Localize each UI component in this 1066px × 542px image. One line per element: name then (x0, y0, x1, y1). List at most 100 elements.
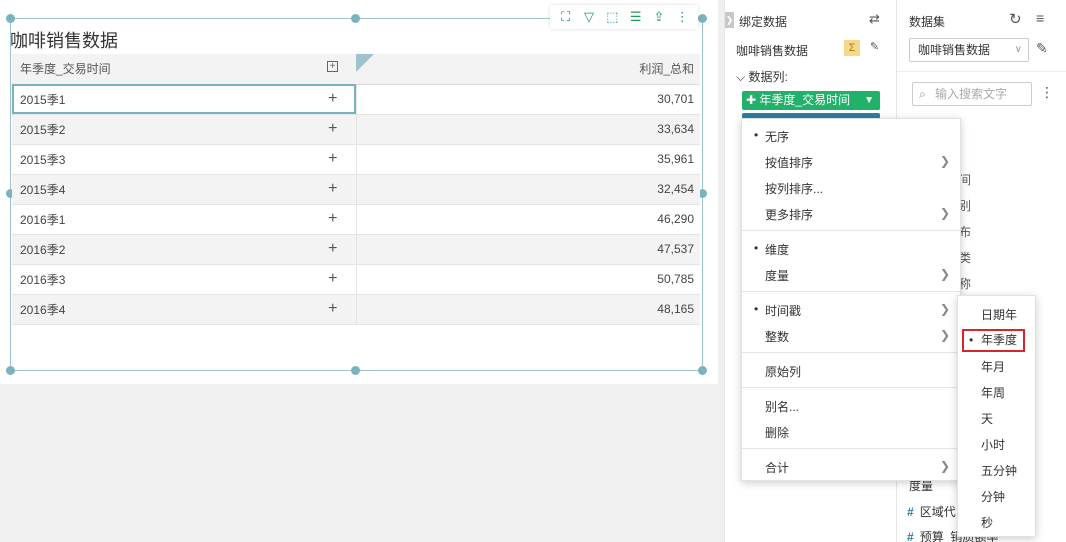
menu-item-alias[interactable]: 别名... (765, 398, 799, 415)
cell-value: 48,165 (356, 294, 700, 325)
submenu-item-year-quarter[interactable]: • 年季度 (962, 329, 1025, 352)
menu-item-label: 维度 (765, 243, 790, 257)
chevron-down-icon: ∨ (1014, 44, 1022, 55)
menu-item-label: 别名... (765, 400, 800, 414)
menu-item-delete[interactable]: 删除 (765, 424, 789, 441)
menu-item-label: 时间戳 (765, 304, 802, 318)
plus-icon[interactable]: + (328, 120, 337, 138)
menu-item-label: 原始列 (765, 365, 802, 379)
dataset-select[interactable]: 咖啡销售数据 ∨ (909, 38, 1029, 62)
search-input[interactable]: ⌕ 输入搜索文字 (912, 82, 1032, 106)
bullet-icon: • (754, 302, 759, 316)
menu-item-integer[interactable]: 整数 (765, 328, 789, 345)
search-placeholder: 输入搜索文字 (935, 87, 1008, 101)
caret-down-icon[interactable]: ▼ (864, 91, 874, 110)
resize-handle-t[interactable] (351, 14, 360, 23)
more-icon[interactable]: ⋮ (1040, 84, 1054, 101)
plus-icon[interactable]: + (328, 240, 337, 258)
menu-item-label: 合计 (765, 461, 790, 475)
resize-handle-tl[interactable] (6, 14, 15, 23)
column-header-profit[interactable]: 利润_总和 (356, 54, 700, 85)
menu-item-label: 删除 (765, 426, 790, 440)
fullscreen-icon[interactable]: ⛶ (558, 9, 574, 25)
menu-item-label: 更多排序 (765, 208, 814, 222)
menu-item-sort-by-value[interactable]: 按值排序 (765, 154, 813, 171)
expand-icon[interactable]: + (327, 61, 338, 72)
layers-icon[interactable]: ≡ (1036, 10, 1044, 26)
list-icon[interactable]: ☰ (628, 9, 644, 25)
menu-item-more-sort[interactable]: 更多排序 (765, 206, 813, 223)
submenu-item-second[interactable]: 秒 (981, 514, 993, 531)
sum-icon[interactable]: Σ (844, 40, 860, 56)
bound-field-label: 年季度_交易时间 (759, 93, 851, 107)
measure-field[interactable]: # 区域代 (907, 503, 956, 520)
collapse-tab[interactable]: ❯ (725, 12, 734, 28)
hash-icon: # (907, 505, 914, 519)
plus-icon[interactable]: + (328, 270, 337, 288)
cell-value: 32,454 (356, 174, 700, 205)
hash-icon: # (907, 530, 914, 542)
menu-item-total[interactable]: 合计 (765, 459, 789, 476)
resize-handle-tr[interactable] (698, 14, 707, 23)
submenu-item-date-year[interactable]: 日期年 (981, 306, 1017, 323)
plus-icon[interactable]: + (328, 180, 337, 198)
data-columns-label[interactable]: ⌵ 数据列: (736, 68, 788, 85)
bind-source-name: 咖啡销售数据 (736, 44, 809, 58)
menu-item-dimension[interactable]: • 维度 (754, 241, 790, 258)
cell-value: 46,290 (356, 204, 700, 235)
menu-item-label: 按值排序 (765, 156, 814, 170)
table-row[interactable]: 2016季2 + 47,537 (12, 234, 700, 265)
menu-divider (742, 291, 960, 292)
switch-binding-icon[interactable]: ⇄ (869, 11, 885, 27)
table-row[interactable]: 2016季3 + 50,785 (12, 264, 700, 295)
bind-panel-title: 绑定数据 (739, 15, 788, 29)
eraser-icon[interactable]: ✎ (870, 40, 879, 53)
select-icon[interactable]: ⬚ (604, 9, 620, 25)
menu-item-label: 按列排序... (765, 182, 824, 196)
menu-item-sort-by-column[interactable]: 按列排序... (765, 180, 823, 197)
resize-handle-br[interactable] (698, 366, 707, 375)
table-row[interactable]: 2016季4 + 48,165 (12, 294, 700, 325)
cell-value: 33,634 (356, 114, 700, 145)
resize-handle-bl[interactable] (6, 366, 15, 375)
bound-field-pill[interactable]: ✚ 年季度_交易时间 ▼ (742, 91, 880, 110)
plus-icon[interactable]: + (328, 210, 337, 228)
export-icon[interactable]: ⇪ (651, 9, 667, 25)
corner-marker (356, 54, 374, 72)
menu-item-raw-column[interactable]: 原始列 (765, 363, 801, 380)
submenu-item-year-week[interactable]: 年周 (981, 384, 1005, 401)
plus-icon[interactable]: + (328, 300, 337, 318)
table-row[interactable]: 2015季2 + 33,634 (12, 114, 700, 145)
more-icon[interactable]: ⋮ (674, 9, 690, 25)
menu-item-label: 整数 (765, 330, 790, 344)
column-header-label: 年季度_交易时间 (20, 62, 111, 77)
column-header-label: 利润_总和 (639, 62, 694, 77)
refresh-icon[interactable]: ↻ (1009, 10, 1022, 28)
cell-period: 2015季4 (20, 182, 66, 197)
submenu-item-minute[interactable]: 分钟 (981, 488, 1005, 505)
column-header-period[interactable]: 年季度_交易时间 + (12, 54, 356, 85)
table-row[interactable]: 2016季1 + 46,290 (12, 204, 700, 235)
plus-icon[interactable]: + (328, 90, 337, 108)
resize-handle-b[interactable] (351, 366, 360, 375)
submenu-item-five-minutes[interactable]: 五分钟 (981, 462, 1017, 479)
cell-period: 2015季3 (20, 152, 66, 167)
menu-item-unsorted[interactable]: • 无序 (754, 128, 789, 145)
plus-icon[interactable]: + (328, 150, 337, 168)
menu-item-timestamp[interactable]: • 时间戳 (754, 302, 802, 319)
widget-toolbar: ⛶ ▽ ⬚ ☰ ⇪ ⋮ (550, 5, 698, 29)
submenu-item-hour[interactable]: 小时 (981, 436, 1005, 453)
submenu-item-year-month[interactable]: 年月 (981, 358, 1005, 375)
table-row[interactable]: 2015季3 + 35,961 (12, 144, 700, 175)
dataset-title: 数据集 (909, 15, 946, 29)
table-row[interactable]: 2015季4 + 32,454 (12, 174, 700, 205)
submenu-item-day[interactable]: 天 (981, 410, 993, 427)
filter-icon[interactable]: ▽ (581, 9, 597, 25)
menu-item-measure[interactable]: 度量 (765, 267, 789, 284)
bullet-icon: • (754, 241, 759, 255)
bullet-icon: • (969, 333, 974, 347)
edit-icon[interactable]: ✎ (1036, 40, 1048, 57)
cell-value: 47,537 (356, 234, 700, 265)
table-row[interactable]: 2015季1 + 30,701 (12, 84, 700, 115)
cell-value: 50,785 (356, 264, 700, 295)
